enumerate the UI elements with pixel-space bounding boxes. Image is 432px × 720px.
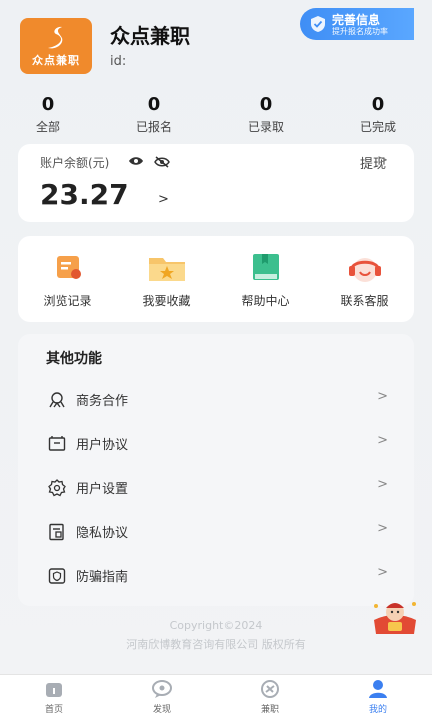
chevron-right-icon: > [377,477,388,492]
browse-history-icon [56,256,81,279]
tab-discover[interactable]: 发现 [132,679,192,715]
complete-info-subtitle: 提升报名成功率 [332,27,388,36]
quick-action-label: 浏览记录 [43,294,92,308]
user-id: id: [110,54,127,69]
tab-parttime[interactable]: 兼职 [240,679,300,715]
logo-text: 众点兼职 [32,54,80,67]
stat-value: 0 [41,94,55,115]
stat-all[interactable]: 0 全部 [8,94,88,135]
stat-completed[interactable]: 0 已完成 [338,94,418,135]
customer-service-button[interactable]: 联系客服 [315,252,414,309]
chevron-right-icon: > [377,521,388,536]
home-icon [46,683,62,697]
app-logo: 众点兼职 [20,18,92,74]
profile-icon [369,680,387,698]
balance-amount: 23.27 [40,178,129,211]
eye-icon[interactable] [128,156,144,166]
balance-label: 账户余额(元) [40,156,110,170]
stat-applied[interactable]: 0 已报名 [114,94,194,135]
menu-item-business[interactable]: 商务合作 > [18,380,414,420]
shield-check-icon [311,16,325,32]
tab-home[interactable]: 首页 [24,679,84,715]
favorites-button[interactable]: 我要收藏 [117,252,216,309]
company-line: 河南欣博教育咨询有限公司 版权所有 [126,638,306,651]
menu-item-label: 用户协议 [76,438,129,453]
chevron-right-icon: > [377,433,388,448]
balance-card: 账户余额(元) 提现 > 23.27 > [18,144,414,222]
other-functions-card: 其他功能 商务合作 > 用户协议 > 用户设置 > 隐私协议 > 防骗指南 > [18,334,414,606]
discover-icon [152,680,172,698]
application-stats: 0 全部 0 已报名 0 已录取 0 已完成 [0,94,432,138]
shield-guide-icon [48,568,66,584]
menu-item-user-agreement[interactable]: 用户协议 > [18,424,414,464]
privacy-icon [49,523,64,541]
menu-item-label: 防骗指南 [76,570,129,585]
tab-label: 我的 [368,705,387,715]
tab-mine[interactable]: 我的 [348,679,408,715]
eye-hidden-icon[interactable] [154,156,170,168]
red-envelope-mascot-icon[interactable] [370,596,420,636]
menu-item-user-settings[interactable]: 用户设置 > [18,468,414,508]
bottom-tab-bar: 首页 发现 兼职 我的 [0,674,432,720]
menu-item-anti-fraud[interactable]: 防骗指南 > [18,556,414,596]
chevron-right-icon: > [377,565,388,580]
menu-item-label: 商务合作 [76,394,129,409]
app-name: 众点兼职 [110,24,190,48]
browse-history-button[interactable]: 浏览记录 [18,252,117,309]
chevron-right-icon[interactable]: > [158,192,169,207]
quick-action-label: 帮助中心 [241,294,290,308]
stat-label: 已报名 [135,120,172,134]
quick-actions-card: 浏览记录 我要收藏 帮助中心 联系客服 [18,236,414,322]
favorites-folder-icon [148,258,185,281]
logo-swoosh-icon [48,26,63,49]
agreement-icon [48,436,66,451]
gear-icon [48,479,66,497]
copyright-line: Copyright©2024 [169,619,263,632]
menu-item-privacy[interactable]: 隐私协议 > [18,512,414,552]
parttime-icon [261,680,279,698]
help-book-icon [252,254,279,280]
stat-label: 已完成 [359,120,396,134]
chevron-right-icon: > [377,153,388,168]
tab-label: 首页 [44,705,63,715]
chevron-right-icon: > [377,389,388,404]
stat-admitted[interactable]: 0 已录取 [226,94,306,135]
tab-label: 兼职 [260,705,279,715]
handshake-icon [49,392,65,408]
quick-action-label: 联系客服 [340,294,389,308]
menu-item-label: 隐私协议 [76,526,129,541]
quick-action-label: 我要收藏 [142,294,191,308]
stat-value: 0 [147,94,161,115]
tab-label: 发现 [152,705,171,715]
stat-label: 已录取 [247,120,284,134]
stat-label: 全部 [35,120,60,134]
complete-info-button[interactable]: 完善信息 提升报名成功率 [300,8,414,40]
menu-item-label: 用户设置 [76,482,129,497]
help-center-button[interactable]: 帮助中心 [216,252,315,309]
headset-icon [348,258,381,282]
other-functions-title: 其他功能 [46,351,102,367]
stat-value: 0 [371,94,385,115]
stat-value: 0 [259,94,273,115]
